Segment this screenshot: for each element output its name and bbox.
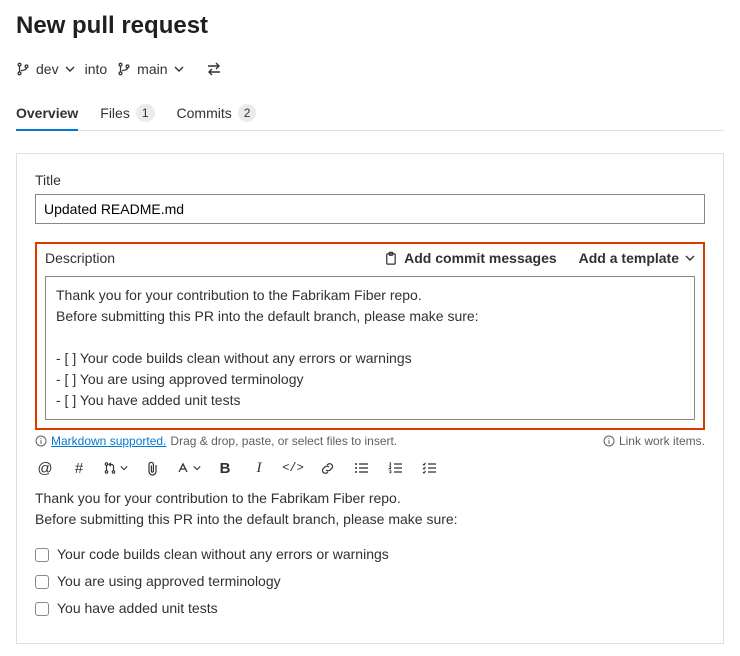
chevron-down-icon bbox=[65, 64, 75, 74]
description-highlight: Description Add commit messages Add a te… bbox=[35, 242, 705, 430]
numbered-list-button[interactable] bbox=[385, 458, 405, 478]
info-icon bbox=[603, 435, 615, 447]
tab-commits[interactable]: Commits 2 bbox=[177, 98, 257, 130]
checklist-button[interactable] bbox=[419, 458, 439, 478]
tab-label: Overview bbox=[16, 105, 78, 121]
chevron-down-icon bbox=[174, 64, 184, 74]
link-work-items-button[interactable]: Link work items. bbox=[603, 434, 705, 448]
checklist-item-label: You are using approved terminology bbox=[57, 571, 281, 592]
add-commit-messages-button[interactable]: Add commit messages bbox=[383, 250, 557, 266]
helper-row: Markdown supported. Drag & drop, paste, … bbox=[35, 434, 705, 448]
mention-button[interactable]: @ bbox=[35, 458, 55, 478]
tab-overview[interactable]: Overview bbox=[16, 98, 78, 130]
pr-form: Title Description Add commit messages Ad… bbox=[16, 153, 724, 644]
heading-button[interactable] bbox=[176, 458, 201, 478]
title-label: Title bbox=[35, 172, 705, 188]
chevron-down-icon bbox=[120, 464, 128, 472]
swap-branches-button[interactable] bbox=[200, 58, 228, 80]
description-preview: Thank you for your contribution to the F… bbox=[35, 488, 705, 619]
target-branch-selector[interactable]: main bbox=[117, 61, 183, 77]
checklist-item-label: Your code builds clean without any error… bbox=[57, 544, 389, 565]
checklist-item: Your code builds clean without any error… bbox=[35, 544, 705, 565]
into-label: into bbox=[85, 61, 108, 77]
preview-line: Thank you for your contribution to the F… bbox=[35, 490, 401, 506]
branch-icon bbox=[16, 62, 30, 76]
add-commit-messages-label: Add commit messages bbox=[404, 250, 557, 266]
bold-button[interactable]: B bbox=[215, 458, 235, 478]
drag-drop-hint: Drag & drop, paste, or select files to i… bbox=[170, 434, 397, 448]
page-title: New pull request bbox=[16, 12, 724, 40]
italic-button[interactable]: I bbox=[249, 458, 269, 478]
chevron-down-icon bbox=[685, 253, 695, 263]
checkbox[interactable] bbox=[35, 602, 49, 616]
files-count-badge: 1 bbox=[136, 104, 155, 122]
checklist-item: You are using approved terminology bbox=[35, 571, 705, 592]
source-branch-name: dev bbox=[36, 61, 59, 77]
branch-icon bbox=[117, 62, 131, 76]
chevron-down-icon bbox=[193, 464, 201, 472]
checklist-item: You have added unit tests bbox=[35, 598, 705, 619]
add-template-button[interactable]: Add a template bbox=[579, 250, 695, 266]
info-icon bbox=[35, 435, 47, 447]
tabs: Overview Files 1 Commits 2 bbox=[16, 98, 724, 131]
tab-label: Files bbox=[100, 105, 130, 121]
markdown-supported-link[interactable]: Markdown supported. bbox=[51, 434, 166, 448]
checklist-item-label: You have added unit tests bbox=[57, 598, 218, 619]
title-input[interactable] bbox=[35, 194, 705, 224]
description-label: Description bbox=[45, 250, 115, 266]
tab-label: Commits bbox=[177, 105, 232, 121]
markdown-toolbar: @ # B I </> bbox=[35, 456, 705, 488]
workitem-button[interactable]: # bbox=[69, 458, 89, 478]
source-branch-selector[interactable]: dev bbox=[16, 61, 75, 77]
code-button[interactable]: </> bbox=[283, 458, 303, 478]
commits-count-badge: 2 bbox=[238, 104, 257, 122]
bullet-list-button[interactable] bbox=[351, 458, 371, 478]
tab-files[interactable]: Files 1 bbox=[100, 98, 154, 130]
branch-selector-row: dev into main bbox=[16, 58, 724, 80]
link-work-items-label: Link work items. bbox=[619, 434, 705, 448]
clipboard-icon bbox=[383, 251, 398, 266]
checkbox[interactable] bbox=[35, 575, 49, 589]
preview-line: Before submitting this PR into the defau… bbox=[35, 511, 458, 527]
add-template-label: Add a template bbox=[579, 250, 679, 266]
pr-link-button[interactable] bbox=[103, 458, 128, 478]
target-branch-name: main bbox=[137, 61, 167, 77]
attach-button[interactable] bbox=[142, 458, 162, 478]
link-button[interactable] bbox=[317, 458, 337, 478]
checkbox[interactable] bbox=[35, 548, 49, 562]
description-textarea[interactable]: Thank you for your contribution to the F… bbox=[45, 276, 695, 420]
